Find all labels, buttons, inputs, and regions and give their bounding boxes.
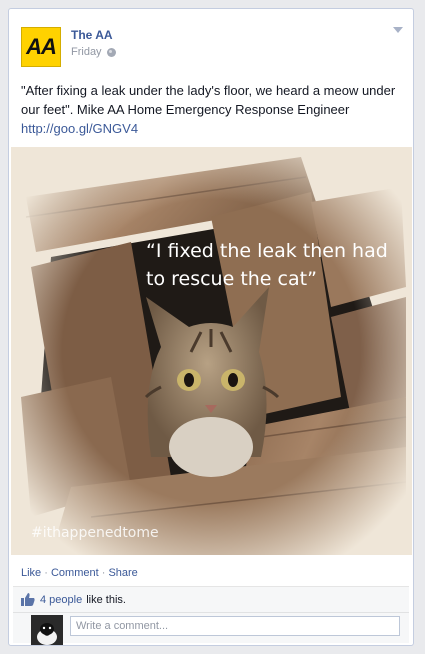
post-card: AA The AA Friday "After fixing a leak un… <box>8 8 414 646</box>
post-link[interactable]: http://goo.gl/GNGV4 <box>21 121 138 136</box>
post-meta: Friday <box>71 46 116 58</box>
globe-icon <box>106 47 116 57</box>
page-name-link[interactable]: The AA <box>71 28 113 42</box>
action-separator: · <box>98 567 109 579</box>
photo-quote-line1: “I fixed the leak then had <box>146 240 388 262</box>
share-button[interactable]: Share <box>108 567 137 579</box>
post-timestamp[interactable]: Friday <box>71 46 102 58</box>
post-photo[interactable]: “I fixed the leak then had to rescue the… <box>11 147 412 555</box>
comment-input[interactable] <box>70 616 400 636</box>
post-actions: Like · Comment · Share <box>21 567 138 579</box>
thumbs-up-icon <box>21 593 35 606</box>
photo-quote-line2: to rescue the cat” <box>146 268 317 290</box>
like-button[interactable]: Like <box>21 567 41 579</box>
photo-hashtag: #ithappenedtome <box>31 525 159 541</box>
post-text: "After fixing a leak under the lady's fl… <box>21 81 405 138</box>
comment-button[interactable]: Comment <box>51 567 99 579</box>
like-suffix: like this. <box>86 593 126 606</box>
likers-link[interactable]: 4 people <box>40 594 82 606</box>
feedback-panel: 4 people like this. <box>13 586 409 645</box>
page-logo[interactable]: AA <box>21 27 61 67</box>
dog-avatar-image <box>31 615 63 645</box>
post-body: "After fixing a leak under the lady's fl… <box>21 83 396 117</box>
action-separator: · <box>41 567 51 579</box>
avatar <box>31 615 63 645</box>
chevron-down-icon[interactable] <box>393 27 403 33</box>
cat-floor-photo: “I fixed the leak then had to rescue the… <box>11 147 412 555</box>
like-summary: 4 people like this. <box>21 593 126 606</box>
divider <box>13 612 409 613</box>
